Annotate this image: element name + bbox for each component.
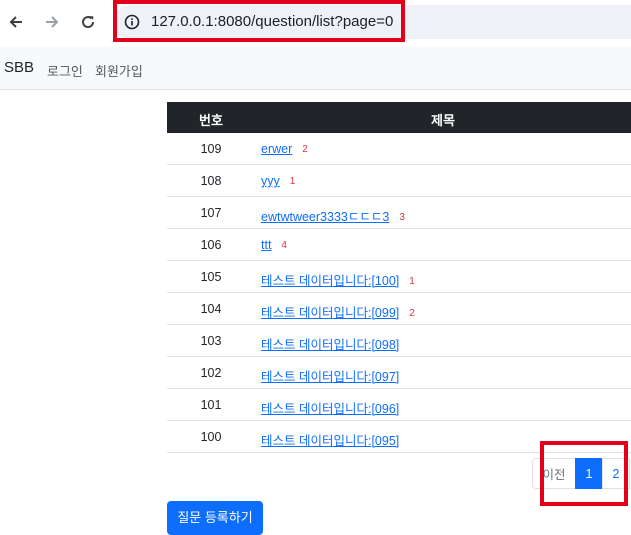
question-title-link[interactable]: 테스트 데이터입니다:[096] — [261, 402, 399, 416]
info-icon[interactable] — [123, 13, 141, 31]
question-title-cell: 테스트 데이터입니다:[095] — [261, 430, 399, 449]
app-navbar: SBB 로그인 회원가입 — [0, 47, 631, 90]
question-title-link[interactable]: erwer — [261, 142, 292, 156]
question-number: 101 — [200, 398, 222, 412]
pagination: 이전 1 2 — [532, 458, 630, 489]
table-row: 103 테스트 데이터입니다:[098] — [167, 325, 631, 357]
page-1-button[interactable]: 1 — [575, 458, 603, 489]
question-title-cell: ttt 4 — [261, 238, 287, 252]
browser-toolbar: 127.0.0.1:8080/question/list?page=0 — [0, 0, 631, 44]
table-row: 109 erwer 2 — [167, 133, 631, 165]
table-row: 105 테스트 데이터입니다:[100] 1 — [167, 261, 631, 293]
header-number: 번호 — [199, 113, 223, 128]
question-number: 109 — [200, 142, 222, 156]
question-number: 108 — [200, 174, 222, 188]
question-title-link[interactable]: 테스트 데이터입니다:[095] — [261, 434, 399, 448]
question-title-cell: 테스트 데이터입니다:[099] 2 — [261, 302, 415, 321]
nav-signup-link[interactable]: 회원가입 — [95, 61, 143, 80]
question-number: 104 — [200, 302, 222, 316]
table-row: 102 테스트 데이터입니다:[097] — [167, 357, 631, 389]
answer-count-badge: 1 — [289, 176, 296, 187]
question-title-link[interactable]: 테스트 데이터입니다:[099] — [261, 306, 399, 320]
reload-icon — [80, 14, 96, 30]
forward-button[interactable] — [40, 10, 64, 34]
question-number: 106 — [200, 238, 222, 252]
answer-count-badge: 2 — [302, 144, 308, 155]
question-title-cell: 테스트 데이터입니다:[098] — [261, 334, 399, 353]
brand-link[interactable]: SBB — [4, 59, 34, 76]
address-bar[interactable]: 127.0.0.1:8080/question/list?page=0 — [113, 5, 631, 39]
question-title-link[interactable]: yyy — [261, 174, 280, 188]
question-title-cell: yyy 1 — [261, 174, 295, 188]
answer-count-badge: 1 — [409, 276, 415, 287]
table-row: 104 테스트 데이터입니다:[099] 2 — [167, 293, 631, 325]
question-title-link[interactable]: ttt — [261, 238, 271, 252]
answer-count-badge: 4 — [281, 240, 287, 251]
question-number: 103 — [200, 334, 222, 348]
table-row: 106 ttt 4 — [167, 229, 631, 261]
question-title-cell: 테스트 데이터입니다:[097] — [261, 366, 399, 385]
question-number: 102 — [200, 366, 222, 380]
table-row: 101 테스트 데이터입니다:[096] — [167, 389, 631, 421]
question-title-cell: erwer 2 — [261, 142, 308, 156]
ask-question-button[interactable]: 질문 등록하기 — [167, 501, 263, 535]
header-title: 제목 — [431, 113, 455, 128]
question-title-link[interactable]: 테스트 데이터입니다:[100] — [261, 274, 399, 288]
question-title-cell: ewtwtweer3333ㄷㄷㄷ3 3 — [261, 206, 405, 225]
question-number: 105 — [200, 270, 222, 284]
question-title-cell: 테스트 데이터입니다:[100] 1 — [261, 270, 415, 289]
question-number: 107 — [200, 206, 222, 220]
table-row: 100 테스트 데이터입니다:[095] — [167, 421, 631, 453]
question-title-link[interactable]: 테스트 데이터입니다:[098] — [261, 338, 399, 352]
question-number: 100 — [200, 430, 222, 444]
page-2-button[interactable]: 2 — [602, 458, 630, 489]
reload-button[interactable] — [76, 10, 100, 34]
page-prev-button[interactable]: 이전 — [532, 458, 576, 489]
question-title-cell: 테스트 데이터입니다:[096] — [261, 398, 399, 417]
table-header: 번호 제목 — [167, 102, 631, 133]
arrow-left-icon — [8, 14, 24, 30]
question-table: 번호 제목 109 erwer 2 108 yyy 1 107 ewtwtweer3333ㄷㄷ… — [167, 102, 631, 453]
table-row: 107 ewtwtweer3333ㄷㄷㄷ3 3 — [167, 197, 631, 229]
answer-count-badge: 2 — [409, 308, 415, 319]
nav-login-link[interactable]: 로그인 — [47, 61, 83, 80]
table-row: 108 yyy 1 — [167, 165, 631, 197]
answer-count-badge: 3 — [399, 212, 405, 223]
arrow-right-icon — [44, 14, 60, 30]
question-title-link[interactable]: 테스트 데이터입니다:[097] — [261, 370, 399, 384]
back-button[interactable] — [4, 10, 28, 34]
url-text[interactable]: 127.0.0.1:8080/question/list?page=0 — [151, 13, 393, 30]
question-title-link[interactable]: ewtwtweer3333ㄷㄷㄷ3 — [261, 210, 389, 224]
